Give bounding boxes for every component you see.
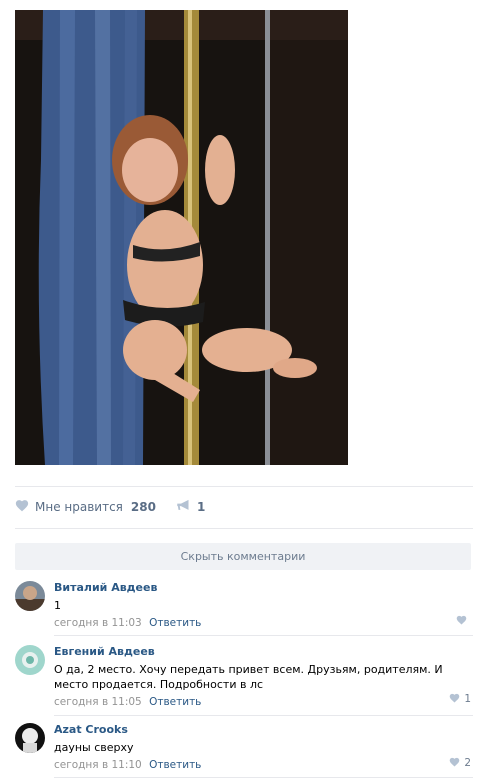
- divider: [15, 486, 473, 487]
- divider: [54, 777, 473, 778]
- comment-meta: сегодня в 11:03 Ответить: [54, 616, 471, 630]
- comment: Azat Crooks дауны сверху сегодня в 11:10…: [15, 723, 471, 773]
- comment-time[interactable]: сегодня в 11:10: [54, 759, 142, 771]
- comment-like-button[interactable]: 2: [449, 756, 471, 770]
- comment: Виталий Авдеев 1 сегодня в 11:03 Ответит…: [15, 581, 471, 631]
- heart-icon: [449, 692, 460, 706]
- comment-meta: сегодня в 11:10 Ответить: [54, 758, 471, 772]
- avatar[interactable]: [15, 581, 45, 611]
- divider: [54, 635, 473, 636]
- comment-like-button[interactable]: [456, 614, 471, 628]
- comment: Евгений Авдеев О да, 2 место. Хочу перед…: [15, 645, 471, 709]
- avatar[interactable]: [15, 723, 45, 753]
- comment-like-button[interactable]: 1: [449, 692, 471, 706]
- comment-text: дауны сверху: [54, 741, 134, 754]
- comment-body: Виталий Авдеев 1 сегодня в 11:03 Ответит…: [54, 581, 471, 630]
- megaphone-icon: [176, 499, 191, 515]
- comment-like-count: 1: [464, 693, 471, 705]
- post-photo[interactable]: [15, 10, 348, 465]
- comment-body: Azat Crooks дауны сверху сегодня в 11:10…: [54, 723, 471, 772]
- heart-icon: [456, 614, 467, 628]
- comment-time[interactable]: сегодня в 11:05: [54, 696, 142, 708]
- avatar[interactable]: [15, 645, 45, 675]
- comment-meta: сегодня в 11:05 Ответить: [54, 695, 471, 709]
- reply-button[interactable]: Ответить: [149, 696, 201, 708]
- comment-author[interactable]: Виталий Авдеев: [54, 581, 471, 595]
- comment-time[interactable]: сегодня в 11:03: [54, 617, 142, 629]
- divider: [15, 528, 473, 529]
- hide-comments-button[interactable]: Скрыть комментарии: [15, 543, 471, 570]
- heart-icon: [449, 756, 460, 770]
- post-actions: Мне нравится 280 1: [15, 497, 205, 517]
- share-button[interactable]: 1: [176, 499, 205, 515]
- reply-button[interactable]: Ответить: [149, 759, 201, 771]
- comment-text: 1: [54, 599, 61, 612]
- comment-text: О да, 2 место. Хочу передать привет всем…: [54, 663, 443, 691]
- comment-like-count: 2: [464, 757, 471, 769]
- comment-author[interactable]: Евгений Авдеев: [54, 645, 471, 659]
- reply-button[interactable]: Ответить: [149, 617, 201, 629]
- comment-author[interactable]: Azat Crooks: [54, 723, 471, 737]
- like-label: Мне нравится: [35, 500, 123, 514]
- like-button[interactable]: Мне нравится 280: [15, 499, 156, 515]
- divider: [54, 715, 473, 716]
- heart-icon: [15, 499, 29, 515]
- share-count: 1: [196, 500, 206, 514]
- like-count: 280: [130, 500, 156, 514]
- comment-body: Евгений Авдеев О да, 2 место. Хочу перед…: [54, 645, 471, 709]
